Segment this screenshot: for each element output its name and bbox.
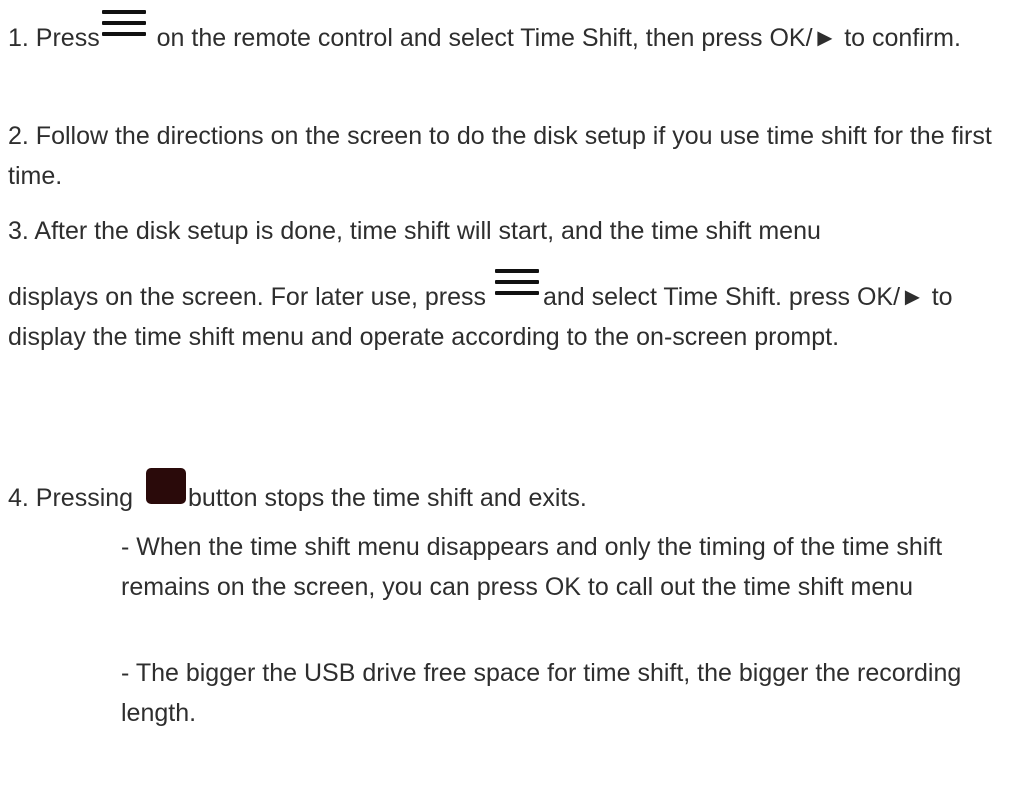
- step-4-lead: 4. Pressing: [8, 484, 141, 512]
- step-3-lead: displays on the screen. For later use, p…: [8, 283, 493, 311]
- step-2: 2. Follow the directions on the screen t…: [8, 122, 992, 190]
- stop-icon: [146, 468, 187, 504]
- step-4-text: button stops the time shift and exits.: [188, 484, 587, 512]
- step-3-line1: 3. After the disk setup is done, time sh…: [8, 217, 821, 245]
- step-3-body: displays on the screen. For later use, p…: [8, 265, 1023, 357]
- menu-icon: [101, 6, 146, 40]
- note-1: - When the time shift menu disappears an…: [121, 533, 943, 601]
- note-2: - The bigger the USB drive free space fo…: [121, 659, 962, 727]
- menu-icon: [494, 265, 539, 299]
- step-1: 1. Press on the remote control and selec…: [8, 6, 1023, 58]
- step-3: 3. After the disk setup is done, time sh…: [8, 211, 1023, 357]
- step-4: 4. Pressing button stops the time shift …: [8, 468, 1023, 518]
- step-1-lead: 1. Press: [8, 24, 100, 52]
- step-1-text: on the remote control and select Time Sh…: [149, 24, 961, 52]
